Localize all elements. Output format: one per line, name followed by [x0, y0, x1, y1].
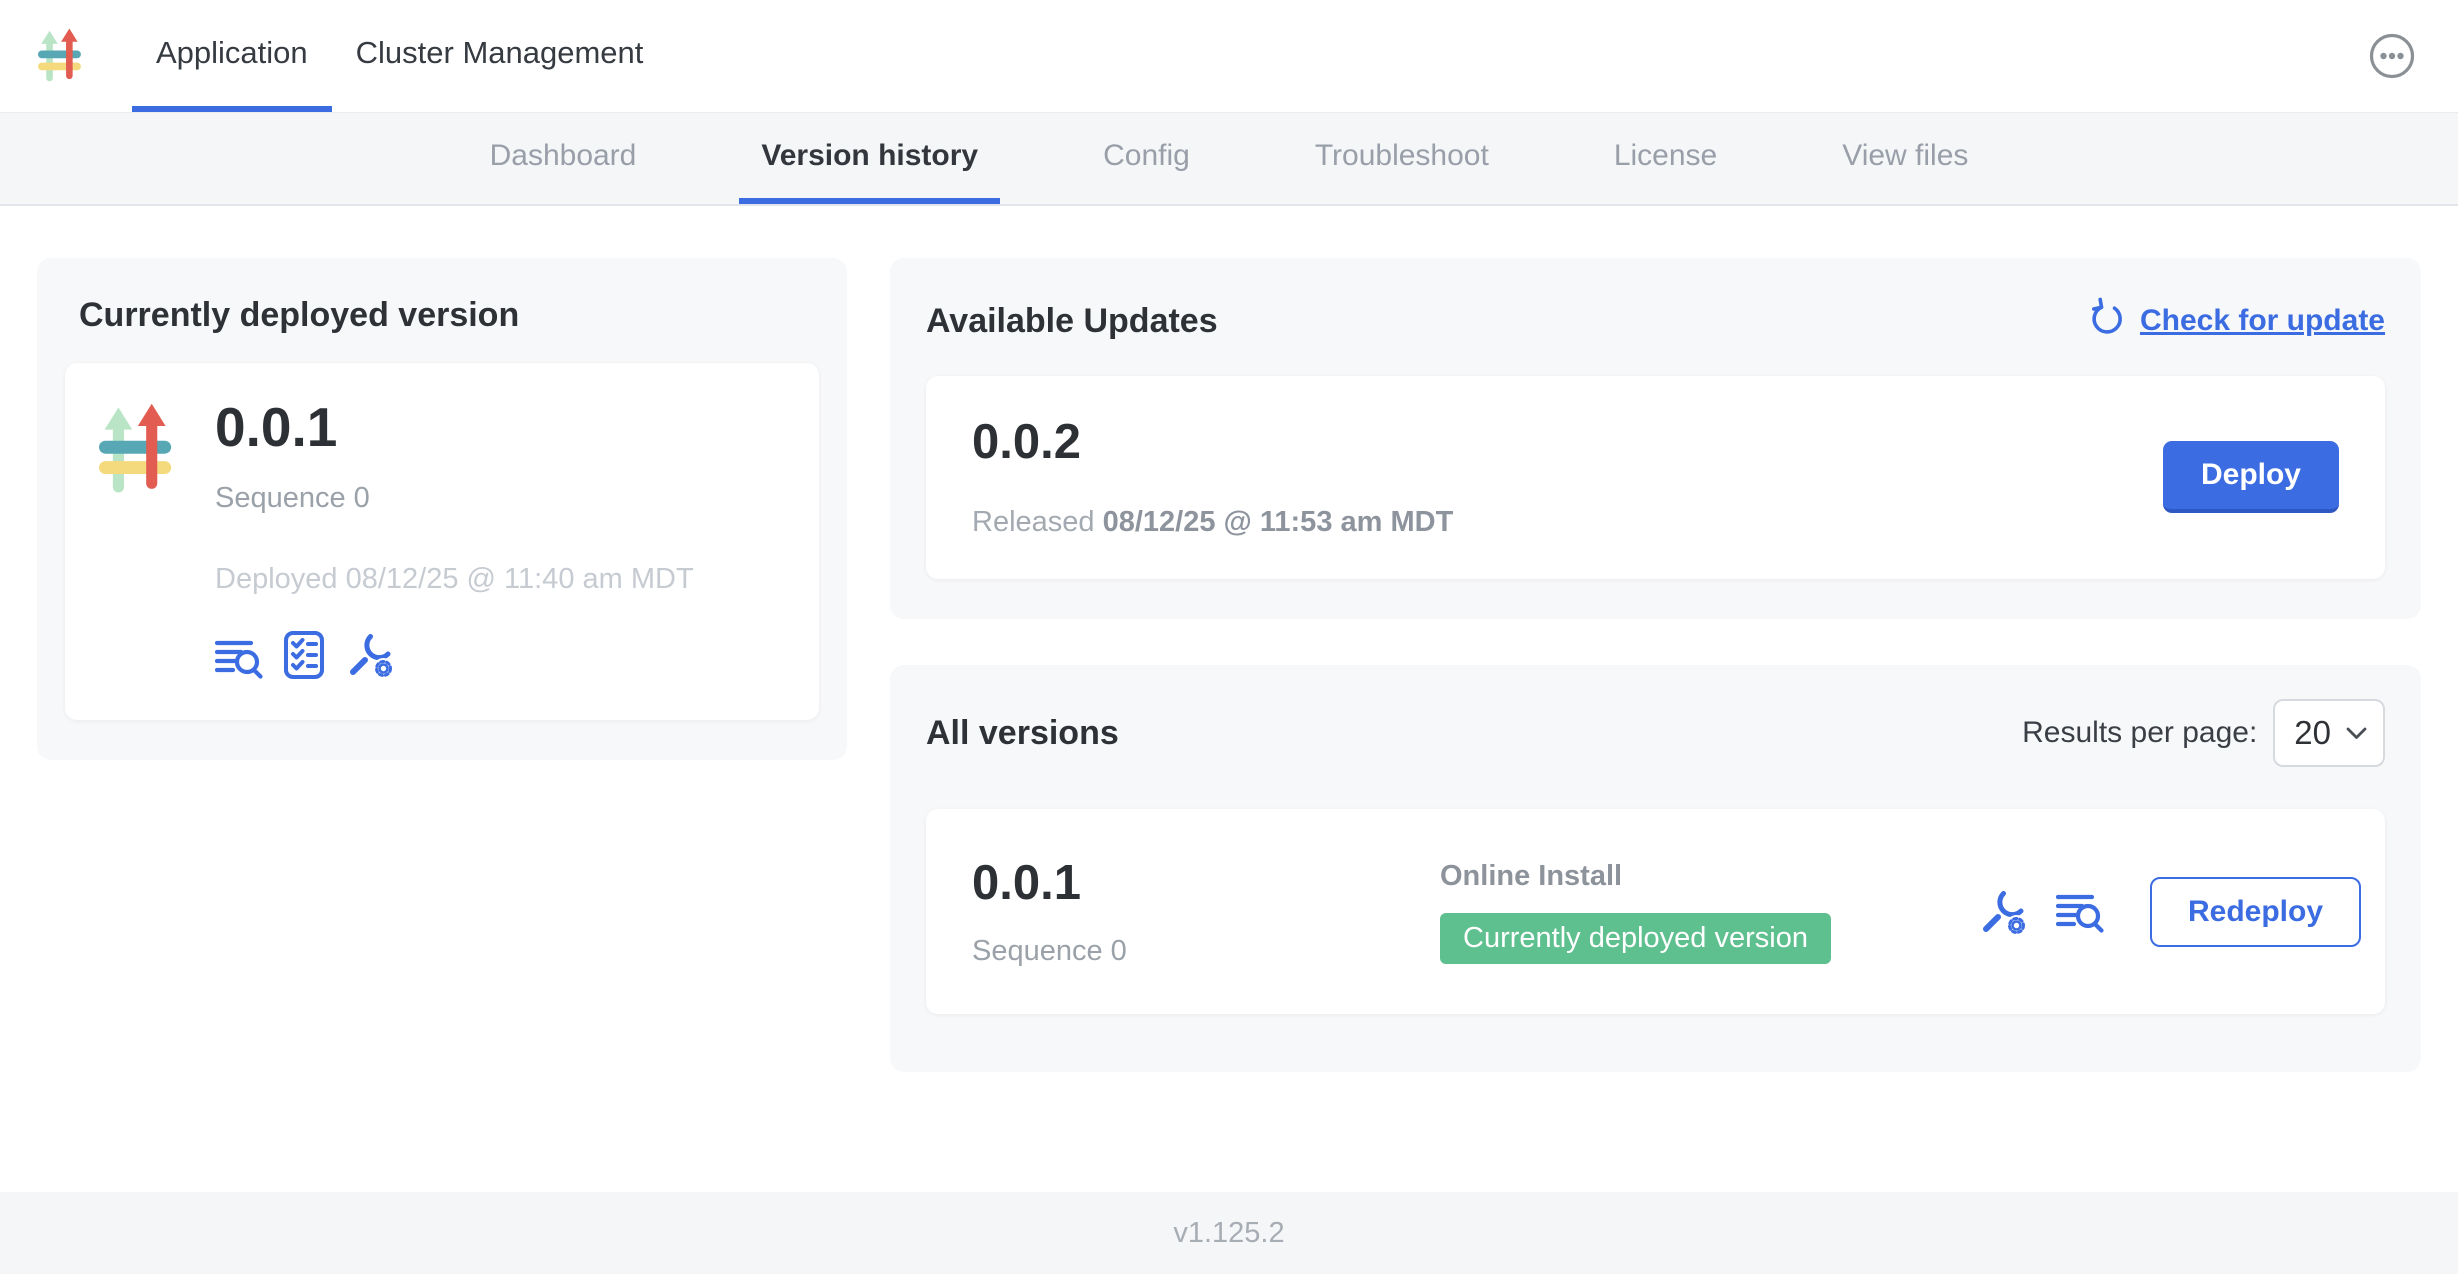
- deployed-sequence: Sequence 0: [215, 482, 694, 515]
- currently-deployed-title: Currently deployed version: [65, 296, 819, 335]
- subnav-item-troubleshoot[interactable]: Troubleshoot: [1293, 113, 1511, 204]
- redeploy-button[interactable]: Redeploy: [2150, 877, 2361, 947]
- version-row: 0.0.1 Sequence 0 Online Install Currentl…: [926, 809, 2385, 1014]
- currently-deployed-badge: Currently deployed version: [1440, 913, 1831, 964]
- available-updates-title: Available Updates: [926, 302, 1218, 341]
- results-per-page-select[interactable]: 20: [2273, 699, 2385, 767]
- header-spacer: [667, 0, 2368, 112]
- update-released-timestamp: Released 08/12/25 @ 11:53 am MDT: [972, 506, 1453, 539]
- tab-cluster-management[interactable]: Cluster Management: [332, 0, 668, 112]
- available-update-card: 0.0.2 Released 08/12/25 @ 11:53 am MDT D…: [926, 376, 2385, 579]
- results-per-page-value: 20: [2294, 714, 2331, 752]
- overflow-menu-button[interactable]: [2368, 0, 2416, 112]
- results-per-page: Results per page: 20: [2022, 699, 2385, 767]
- app-footer: v1.125.2: [0, 1192, 2458, 1274]
- results-per-page-label: Results per page:: [2022, 716, 2257, 750]
- update-version-number: 0.0.2: [972, 414, 1453, 470]
- subnav-item-version-history[interactable]: Version history: [739, 113, 1000, 204]
- preflight-checklist-icon[interactable]: [283, 630, 325, 680]
- deployed-action-icons: [215, 630, 694, 680]
- version-row-status: Online Install Currently deployed versio…: [1440, 860, 1831, 964]
- header-tabs: Application Cluster Management: [132, 0, 667, 112]
- check-for-update-link[interactable]: Check for update: [2087, 296, 2385, 346]
- tab-application[interactable]: Application: [132, 0, 332, 112]
- currently-deployed-card: 0.0.1 Sequence 0 Deployed 08/12/25 @ 11:…: [65, 363, 819, 720]
- main-content: Currently deployed version 0.0.1 Sequenc…: [0, 206, 2458, 1192]
- subnav-item-license[interactable]: License: [1592, 113, 1739, 204]
- version-row-sequence: Sequence 0: [972, 935, 1440, 968]
- all-versions-section: All versions Results per page: 20: [890, 665, 2421, 1072]
- app-version-icon: [99, 397, 173, 680]
- currently-deployed-section: Currently deployed version 0.0.1 Sequenc…: [37, 258, 847, 760]
- deployed-version-details: 0.0.1 Sequence 0 Deployed 08/12/25 @ 11:…: [215, 397, 694, 680]
- app-logo: [38, 0, 82, 112]
- version-row-number: 0.0.1: [972, 855, 1440, 911]
- all-versions-title: All versions: [926, 714, 1119, 753]
- updown-arrows-logo-icon: [38, 20, 82, 92]
- update-details: 0.0.2 Released 08/12/25 @ 11:53 am MDT: [972, 414, 1453, 539]
- deployed-version-number: 0.0.1: [215, 397, 694, 458]
- check-for-update-label: Check for update: [2140, 304, 2385, 338]
- version-row-actions: Redeploy: [1978, 877, 2361, 947]
- subnav-item-dashboard[interactable]: Dashboard: [468, 113, 659, 204]
- app-subnav: Dashboard Version history Config Trouble…: [0, 113, 2458, 206]
- refresh-icon: [2087, 296, 2127, 346]
- right-column: Available Updates Check for update 0.0.2: [890, 258, 2421, 1072]
- subnav-item-view-files[interactable]: View files: [1820, 113, 1990, 204]
- config-wrench-gear-icon[interactable]: [345, 630, 395, 680]
- deploy-button[interactable]: Deploy: [2163, 441, 2339, 513]
- config-wrench-gear-icon[interactable]: [1978, 887, 2028, 937]
- top-header: Application Cluster Management: [0, 0, 2458, 113]
- console-version-label: v1.125.2: [1173, 1217, 1284, 1250]
- ellipsis-circle-icon: [2368, 32, 2416, 80]
- version-row-details: 0.0.1 Sequence 0: [972, 855, 1440, 968]
- subnav-item-config[interactable]: Config: [1081, 113, 1212, 204]
- deployed-timestamp: Deployed 08/12/25 @ 11:40 am MDT: [215, 563, 694, 596]
- diff-lines-search-icon[interactable]: [2056, 890, 2104, 934]
- diff-lines-search-icon[interactable]: [215, 636, 263, 680]
- chevron-down-icon: [2346, 727, 2367, 740]
- available-updates-section: Available Updates Check for update 0.0.2: [890, 258, 2421, 619]
- install-type-label: Online Install: [1440, 860, 1622, 893]
